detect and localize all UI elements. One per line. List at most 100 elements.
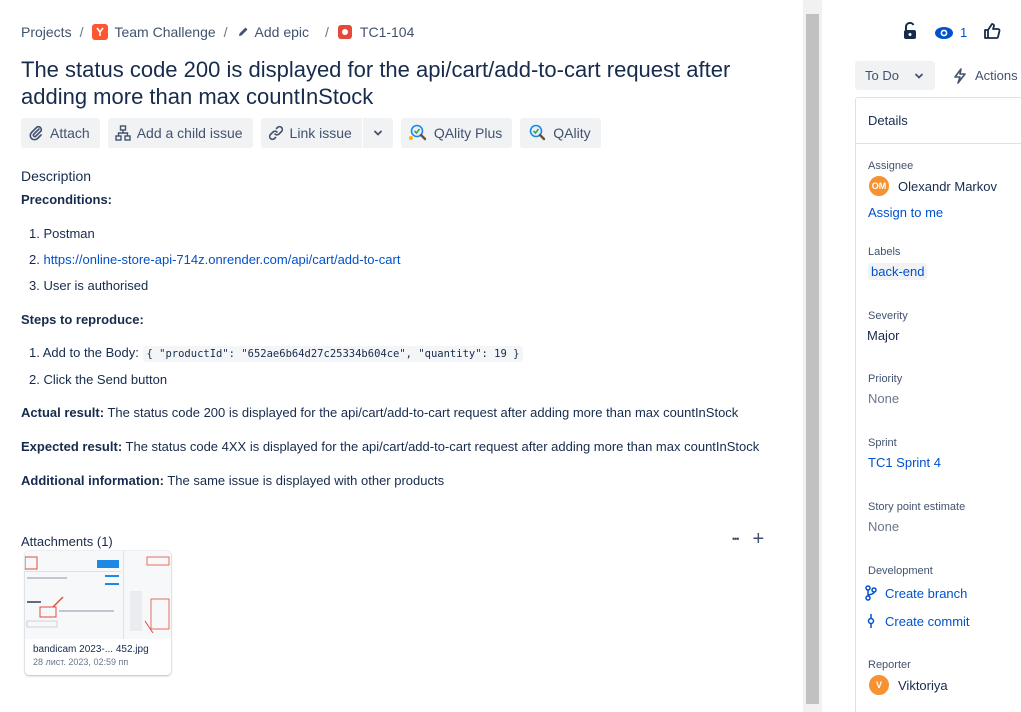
attachments-header: Attachments (1) (21, 534, 113, 549)
attachment-file-name[interactable]: bandicam 2023-... 452.jpg (33, 644, 149, 655)
severity-label: Severity (868, 310, 908, 322)
pencil-icon (238, 27, 248, 36)
issue-title[interactable]: The status code 200 is displayed for the… (21, 56, 781, 110)
list-item-text: User is authorised (43, 278, 149, 293)
add-attachment-icon[interactable]: + (752, 529, 764, 549)
create-commit-label[interactable]: Create commit (885, 614, 970, 629)
lock-icon[interactable] (902, 21, 918, 43)
description-label: Description (21, 168, 92, 184)
sprint-label: Sprint (868, 437, 897, 449)
status-dropdown[interactable]: To Do (855, 61, 935, 90)
request-body-code: { "productId": "652ae6b64d27c25334b604ce… (142, 346, 524, 362)
list-item: 1. Add to the Body: { "productId": "652a… (29, 344, 524, 363)
attachment-card[interactable]: bandicam 2023-... 452.jpg 28 лист. 2023,… (25, 551, 171, 675)
link-icon (268, 125, 283, 141)
priority-value[interactable]: None (868, 391, 902, 406)
assignee-value[interactable]: OM Olexandr Markov (868, 175, 997, 197)
paperclip-icon (29, 125, 43, 141)
actual-result-text: The status code 200 is displayed for the… (104, 405, 739, 420)
attachment-thumbnail[interactable] (25, 551, 171, 639)
actions-button[interactable]: Actions (953, 61, 1018, 90)
breadcrumb: Projects / Team Challenge / Add epic / T… (21, 24, 414, 40)
expected-result-text: The status code 4XX is displayed for the… (122, 439, 760, 454)
project-icon (92, 24, 109, 40)
reporter-value[interactable]: V Viktoriya (868, 674, 948, 696)
qality-plus-icon (408, 124, 427, 141)
issue-key[interactable]: TC1-104 (360, 24, 414, 40)
attachment-date: 28 лист. 2023, 02:59 пп (33, 657, 129, 667)
list-number: 1. (29, 345, 40, 360)
breadcrumb-project[interactable]: Team Challenge (92, 24, 216, 40)
add-child-issue-button[interactable]: Add a child issue (107, 118, 253, 148)
eye-icon (935, 26, 953, 39)
attach-button[interactable]: Attach (21, 118, 100, 148)
breadcrumb-separator: / (79, 24, 84, 40)
assignee-name[interactable]: Olexandr Markov (898, 179, 997, 194)
main-scrollbar[interactable] (803, 0, 822, 712)
qality-plus-button[interactable]: QAlity Plus (400, 118, 513, 148)
sprint-value[interactable]: TC1 Sprint 4 (868, 455, 941, 470)
story-points-value[interactable]: None (868, 519, 965, 534)
reporter-name[interactable]: Viktoriya (898, 678, 948, 693)
qality-button[interactable]: QAlity (520, 118, 601, 148)
list-item: 1. Postman (29, 225, 95, 243)
expected-result: Expected result: The status code 4XX is … (21, 438, 759, 456)
list-item-text: Add to the Body: (42, 345, 139, 360)
hierarchy-icon (115, 125, 131, 141)
breadcrumb-separator: / (325, 24, 329, 40)
endpoint-link[interactable]: https://online-store-api-714z.onrender.c… (43, 252, 400, 267)
details-panel: Details Assignee OM Olexandr Markov Assi… (855, 97, 1021, 712)
steps-heading: Steps to reproduce: (21, 312, 144, 327)
breadcrumb-projects-label[interactable]: Projects (21, 24, 72, 40)
watch-count: 1 (960, 25, 968, 40)
avatar: OM (868, 175, 890, 197)
list-number: 3. (29, 278, 40, 293)
chevron-down-icon (915, 73, 923, 79)
link-issue-split-button: Link issue (260, 118, 393, 148)
list-number: 2. (29, 372, 40, 387)
link-issue-label: Link issue (289, 125, 352, 141)
assign-to-me-link[interactable]: Assign to me (868, 205, 997, 220)
attach-label: Attach (50, 125, 90, 141)
breadcrumb-separator: / (223, 24, 228, 40)
labels-field: Labels back-end (868, 246, 928, 280)
priority-label: Priority (868, 373, 903, 385)
additional-information-label: Additional information: (21, 473, 164, 488)
preconditions-heading: Preconditions: (21, 192, 113, 207)
create-commit-link[interactable]: Create commit (865, 613, 970, 629)
sprint-field: Sprint TC1 Sprint 4 (868, 437, 941, 470)
reporter-field: Reporter V Viktoriya (868, 659, 948, 696)
scrollbar-thumb[interactable] (806, 14, 819, 704)
bug-icon (337, 25, 352, 39)
branch-icon (865, 585, 877, 601)
story-points-field: Story point estimate None (868, 501, 965, 534)
list-item-text: Click the Send button (43, 372, 168, 387)
add-epic-link[interactable]: Add epic (237, 24, 309, 40)
add-epic-label[interactable]: Add epic (255, 24, 309, 40)
breadcrumb-issue[interactable]: TC1-104 (337, 24, 414, 40)
list-number: 1. (29, 226, 40, 241)
avatar: V (868, 674, 890, 696)
breadcrumb-project-label[interactable]: Team Challenge (114, 24, 215, 40)
severity-field: Severity Major (867, 310, 908, 343)
priority-field: Priority None (868, 373, 902, 406)
details-header[interactable]: Details (856, 98, 1021, 144)
labels-label: Labels (868, 246, 901, 258)
add-child-issue-label: Add a child issue (136, 125, 243, 141)
development-field: Development Create branch Create commit (865, 565, 970, 629)
breadcrumb-projects[interactable]: Projects (21, 24, 72, 40)
list-item: 3. User is authorised (29, 277, 148, 295)
severity-value[interactable]: Major (867, 328, 908, 343)
label-chip[interactable]: back-end (868, 263, 928, 280)
additional-information-text: The same issue is displayed with other p… (163, 473, 445, 488)
more-actions-icon[interactable]: ••• (732, 534, 740, 544)
issue-header-actions: 1 (902, 21, 1001, 43)
thumbs-up-icon[interactable] (983, 22, 1001, 43)
link-issue-button[interactable]: Link issue (260, 118, 362, 148)
additional-information: Additional information: The same issue i… (21, 472, 444, 490)
actions-label: Actions (975, 68, 1018, 83)
link-issue-dropdown[interactable] (362, 118, 393, 148)
create-branch-link[interactable]: Create branch (865, 585, 970, 601)
create-branch-label[interactable]: Create branch (885, 586, 967, 601)
watch-button[interactable]: 1 (934, 25, 967, 40)
